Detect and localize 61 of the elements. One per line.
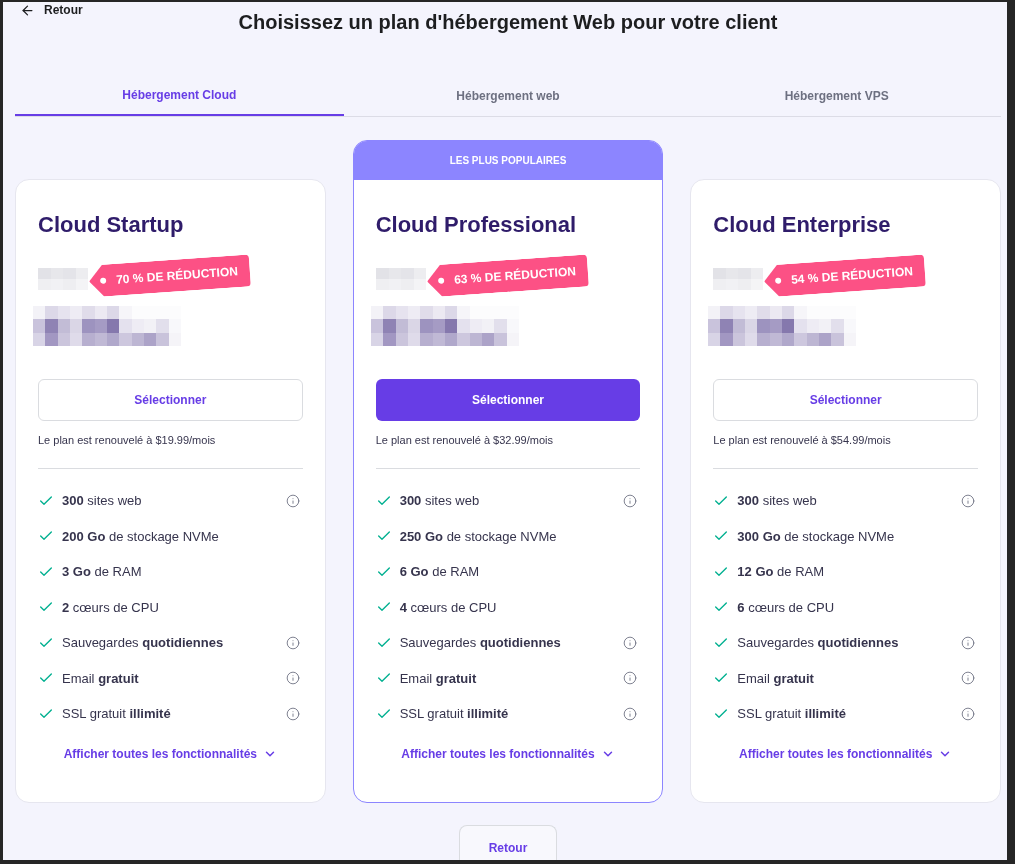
feature-text: Sauvegardes quotidiennes	[62, 634, 224, 652]
feature-text: 6 cœurs de CPU	[737, 598, 835, 617]
feature-text: 6 Go de RAM	[399, 563, 480, 581]
feature-text: 300 sites web	[62, 492, 142, 510]
renewal-note: Le plan est renouvelé à $54.99/mois	[713, 433, 891, 447]
info-icon[interactable]	[285, 493, 300, 508]
back-link[interactable]: Retour	[20, 2, 83, 18]
info-icon[interactable]	[623, 635, 638, 650]
tab[interactable]: Hébergement VPS	[672, 76, 1001, 116]
select-button[interactable]: Sélectionner	[375, 379, 641, 421]
show-all-features-link[interactable]: Afficher toutes les fonctionnalités	[63, 745, 277, 762]
feature-text: 200 Go de stockage NVMe	[62, 527, 219, 546]
feature-text: SSL gratuit illimité	[737, 705, 846, 723]
feature-text: Email gratuit	[399, 669, 477, 688]
info-icon[interactable]	[623, 671, 638, 686]
select-button[interactable]: Sélectionner	[713, 379, 978, 421]
plan-name: Cloud Startup	[38, 211, 184, 239]
plan-name: Cloud Professional	[375, 211, 577, 239]
info-icon[interactable]	[961, 671, 975, 686]
blurred-price-drawing	[713, 268, 764, 290]
discount-label: 63 % DE RÉDUCTION	[453, 263, 577, 289]
blurred-price-drawing	[375, 268, 426, 290]
tag-hole-icon	[775, 277, 782, 284]
info-icon[interactable]	[285, 706, 300, 721]
tab[interactable]: Hébergement Cloud	[15, 76, 344, 116]
feature-text: 2 cœurs de CPU	[62, 598, 159, 617]
page-title: Choisissez un plan d'hébergement Web pour votre client	[238, 10, 778, 35]
info-icon[interactable]	[285, 635, 300, 650]
popular-banner: LES PLUS POPULAIRES	[353, 141, 663, 180]
feature-text: SSL gratuit illimité	[399, 705, 509, 723]
feature-text: Email gratuit	[737, 669, 814, 688]
info-icon[interactable]	[961, 635, 975, 650]
feature-text: 300 sites web	[737, 492, 817, 510]
discount-label: 70 % DE RÉDUCTION	[115, 263, 239, 289]
feature-text: 300 Go de stockage NVMe	[737, 527, 895, 546]
tab[interactable]: Hébergement web	[343, 76, 673, 116]
back-button[interactable]: Retour	[459, 825, 557, 860]
feature-text: 12 Go de RAM	[737, 563, 825, 581]
feature-text: Sauvegardes quotidiennes	[399, 634, 561, 652]
info-icon[interactable]	[623, 706, 638, 721]
show-all-features-link[interactable]: Afficher toutes les fonctionnalités	[401, 745, 615, 762]
feature-text: 300 sites web	[399, 492, 480, 510]
feature-text: Sauvegardes quotidiennes	[737, 634, 899, 652]
plan-name: Cloud Enterprise	[713, 211, 891, 239]
feature-text: 250 Go de stockage NVMe	[399, 527, 557, 546]
info-icon[interactable]	[961, 706, 975, 721]
feature-text: SSL gratuit illimité	[62, 705, 171, 723]
renewal-note: Le plan est renouvelé à $19.99/mois	[38, 433, 216, 447]
renewal-note: Le plan est renouvelé à $32.99/mois	[375, 433, 553, 447]
feature-text: Email gratuit	[62, 669, 139, 688]
show-all-features-link[interactable]: Afficher toutes les fonctionnalités	[738, 745, 953, 762]
feature-text: 3 Go de RAM	[62, 563, 142, 581]
tag-hole-icon	[99, 277, 107, 284]
info-icon[interactable]	[285, 671, 300, 686]
blurred-price-drawing	[38, 268, 88, 290]
info-icon[interactable]	[961, 493, 975, 508]
discount-label: 54 % DE RÉDUCTION	[790, 263, 914, 289]
feature-text: 4 cœurs de CPU	[399, 598, 497, 617]
select-button[interactable]: Sélectionner	[38, 379, 303, 421]
tag-hole-icon	[437, 277, 444, 284]
info-icon[interactable]	[623, 493, 638, 508]
